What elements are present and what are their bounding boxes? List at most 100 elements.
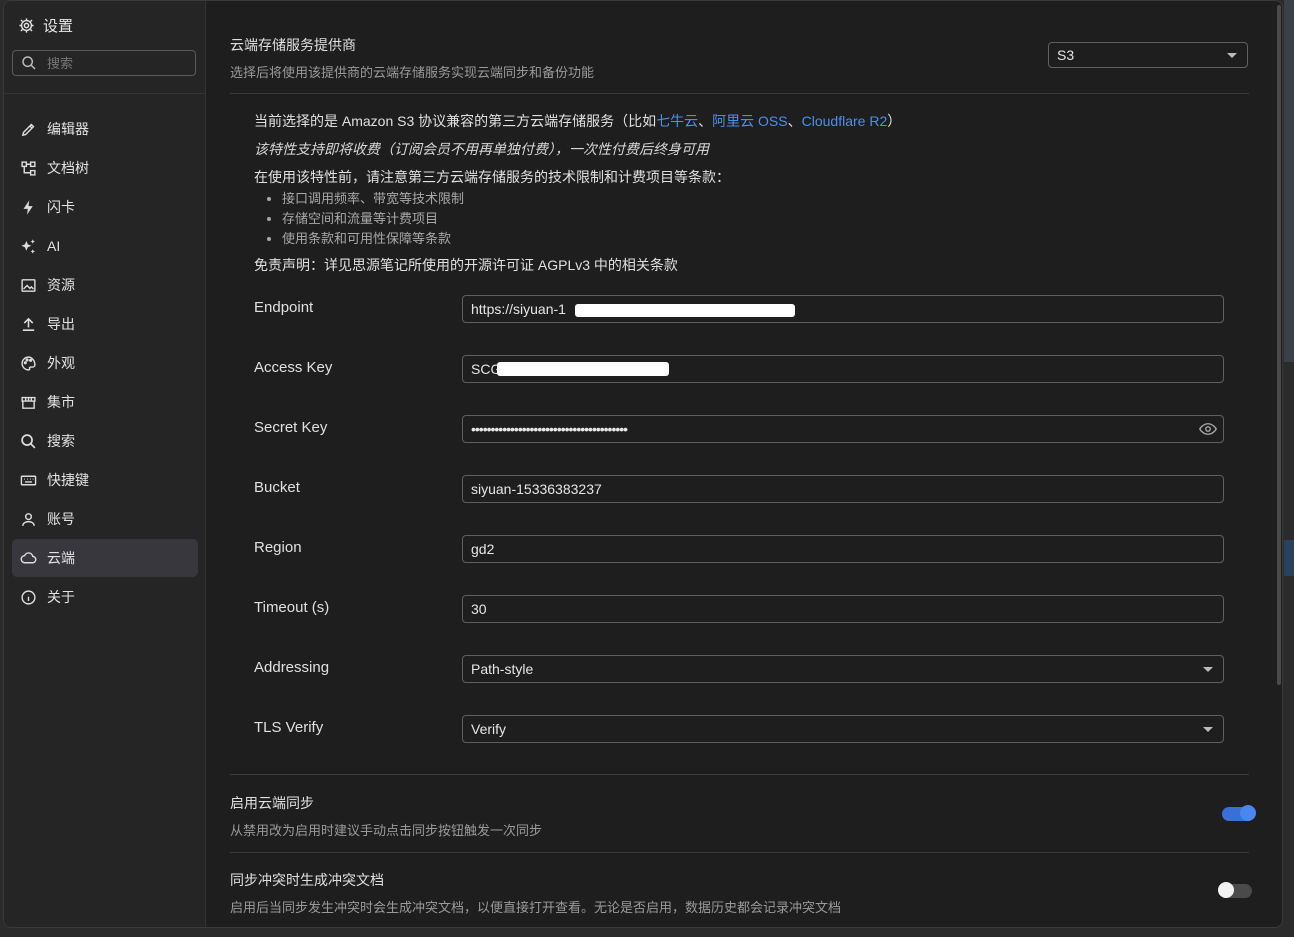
sidebar-item-label: 编辑器 (47, 121, 89, 137)
background-window-strip (1284, 0, 1294, 362)
endpoint-value: https://siyuan-1 (471, 301, 566, 317)
toggle-knob (1218, 882, 1234, 898)
settings-nav: 编辑器 文档树 闪卡 AI 资源 导出 外观 集市 搜索 快捷键 账号 云端 关… (12, 110, 198, 617)
divider (230, 774, 1249, 775)
timeout-value: 30 (471, 601, 487, 617)
separator: 、 (698, 113, 713, 129)
list-item: 接口调用频率、带宽等技术限制 (282, 189, 901, 209)
sidebar-item-assets[interactable]: 资源 (12, 266, 198, 304)
sidebar-item-export[interactable]: 导出 (12, 305, 198, 343)
divider (230, 93, 1249, 94)
s3-info-suffix: ） (887, 113, 902, 129)
sidebar-item-account[interactable]: 账号 (12, 500, 198, 538)
timeout-field[interactable]: 30 (462, 595, 1224, 623)
divider (230, 852, 1249, 853)
user-icon (22, 512, 35, 526)
provider-description: 选择后将使用该提供商的云端存储服务实现云端同步和备份功能 (230, 65, 595, 80)
cloudflare-r2-link[interactable]: Cloudflare R2 (802, 113, 888, 129)
region-field[interactable]: gd2 (462, 535, 1224, 563)
provider-select[interactable]: S3 (1048, 42, 1248, 68)
palette-icon (21, 355, 36, 371)
sidebar-item-label: 快捷键 (47, 472, 89, 488)
timeout-label: Timeout (s) (254, 599, 330, 616)
scrollbar[interactable] (1277, 5, 1281, 685)
lightning-icon (23, 199, 33, 215)
tree-icon (21, 160, 36, 176)
addressing-label: Addressing (254, 659, 330, 676)
settings-dialog: 设置 编辑器 文档树 闪卡 AI (3, 0, 1283, 928)
cloud-settings-panel: 云端存储服务提供商 选择后将使用该提供商的云端存储服务实现云端同步和备份功能 S… (206, 1, 1282, 927)
sidebar-item-label: 账号 (47, 511, 75, 527)
conflict-title: 同步冲突时生成冲突文档 (230, 872, 384, 888)
pencil-icon (21, 123, 35, 136)
tls-verify-label: TLS Verify (254, 719, 324, 736)
sidebar-item-label: 导出 (47, 316, 75, 332)
tls-verify-select[interactable]: Verify (462, 715, 1224, 743)
search-icon (22, 56, 36, 70)
keyboard-icon (20, 475, 37, 485)
sidebar-search[interactable] (12, 50, 196, 76)
sidebar-item-appearance[interactable]: 外观 (12, 344, 198, 382)
tls-verify-select-value: Verify (471, 721, 507, 737)
sidebar-item-label: AI (47, 238, 61, 254)
conflict-toggle[interactable] (1218, 882, 1252, 898)
sidebar-item-label: 集市 (47, 394, 75, 410)
disclaimer: 免责声明：详见思源笔记所使用的开源许可证 AGPLv3 中的相关条款 (254, 257, 678, 273)
redaction-mark (497, 362, 669, 376)
sidebar-item-label: 闪卡 (47, 199, 75, 215)
store-icon (21, 396, 36, 409)
sync-title: 启用云端同步 (230, 795, 314, 811)
sidebar-item-search[interactable]: 搜索 (12, 422, 198, 460)
endpoint-label: Endpoint (254, 299, 314, 316)
image-icon (21, 278, 36, 292)
toggle-knob (1240, 805, 1256, 821)
endpoint-field[interactable]: https://siyuan-1 (462, 295, 1224, 323)
secret-key-label: Secret Key (254, 419, 328, 436)
conflict-setting: 同步冲突时生成冲突文档 启用后当同步发生冲突时会生成冲突文档，以便直接打开查看。… (230, 870, 841, 916)
terms-list: 接口调用频率、带宽等技术限制 存储空间和流量等计费项目 使用条款和可用性保障等条… (254, 189, 901, 249)
sync-description: 从禁用改为启用时建议手动点击同步按钮触发一次同步 (230, 823, 543, 838)
sidebar-item-keymap[interactable]: 快捷键 (12, 461, 198, 499)
upload-icon (22, 317, 35, 331)
sidebar-item-flashcard[interactable]: 闪卡 (12, 188, 198, 226)
settings-sidebar: 设置 编辑器 文档树 闪卡 AI (4, 1, 206, 927)
bucket-value: siyuan-15336383237 (471, 481, 602, 497)
sidebar-item-label: 外观 (47, 355, 75, 371)
eye-icon[interactable] (1199, 422, 1217, 436)
terms-note: 在使用该特性前，请注意第三方云端存储服务的技术限制和计费项目等条款： (254, 169, 730, 185)
sidebar-divider (4, 93, 205, 94)
sidebar-item-filetree[interactable]: 文档树 (12, 149, 198, 187)
settings-title-label: 设置 (43, 18, 74, 35)
gear-icon (19, 18, 34, 33)
access-key-label: Access Key (254, 359, 333, 376)
access-key-field[interactable]: SCG (462, 355, 1224, 383)
bucket-field[interactable]: siyuan-15336383237 (462, 475, 1224, 503)
sidebar-item-ai[interactable]: AI (12, 227, 198, 265)
list-item: 使用条款和可用性保障等条款 (282, 229, 901, 249)
bucket-label: Bucket (254, 479, 300, 496)
sidebar-item-bazaar[interactable]: 集市 (12, 383, 198, 421)
qiniu-link[interactable]: 七牛云 (656, 113, 698, 129)
provider-setting: 云端存储服务提供商 选择后将使用该提供商的云端存储服务实现云端同步和备份功能 (230, 35, 594, 81)
sidebar-item-label: 资源 (47, 277, 75, 293)
search-input[interactable] (45, 54, 189, 72)
addressing-select[interactable]: Path-style (462, 655, 1224, 683)
chevron-down-icon (1227, 53, 1237, 58)
redaction-mark (575, 304, 795, 317)
provider-title: 云端存储服务提供商 (230, 37, 356, 53)
aliyun-oss-link[interactable]: 阿里云 OSS (712, 113, 787, 129)
conflict-description: 启用后当同步发生冲突时会生成冲突文档，以便直接打开查看。无论是否启用，数据历史都… (230, 900, 842, 915)
list-item: 存储空间和流量等计费项目 (282, 209, 901, 229)
sidebar-item-cloud[interactable]: 云端 (12, 539, 198, 577)
background-window-highlight (1284, 540, 1294, 576)
s3-info-prefix: 当前选择的是 Amazon S3 协议兼容的第三方云端存储服务（比如 (254, 113, 657, 129)
sidebar-item-editor[interactable]: 编辑器 (12, 110, 198, 148)
sidebar-item-about[interactable]: 关于 (12, 578, 198, 616)
sparkle-icon (21, 238, 35, 254)
secret-key-field[interactable]: •••••••••••••••••••••••••••••••••••••••• (462, 415, 1224, 443)
sidebar-item-label: 文档树 (47, 160, 89, 176)
chevron-down-icon (1203, 667, 1213, 672)
s3-info: 当前选择的是 Amazon S3 协议兼容的第三方云端存储服务（比如七牛云、阿里… (254, 111, 901, 283)
region-value: gd2 (471, 541, 495, 557)
sync-toggle[interactable] (1222, 805, 1256, 821)
